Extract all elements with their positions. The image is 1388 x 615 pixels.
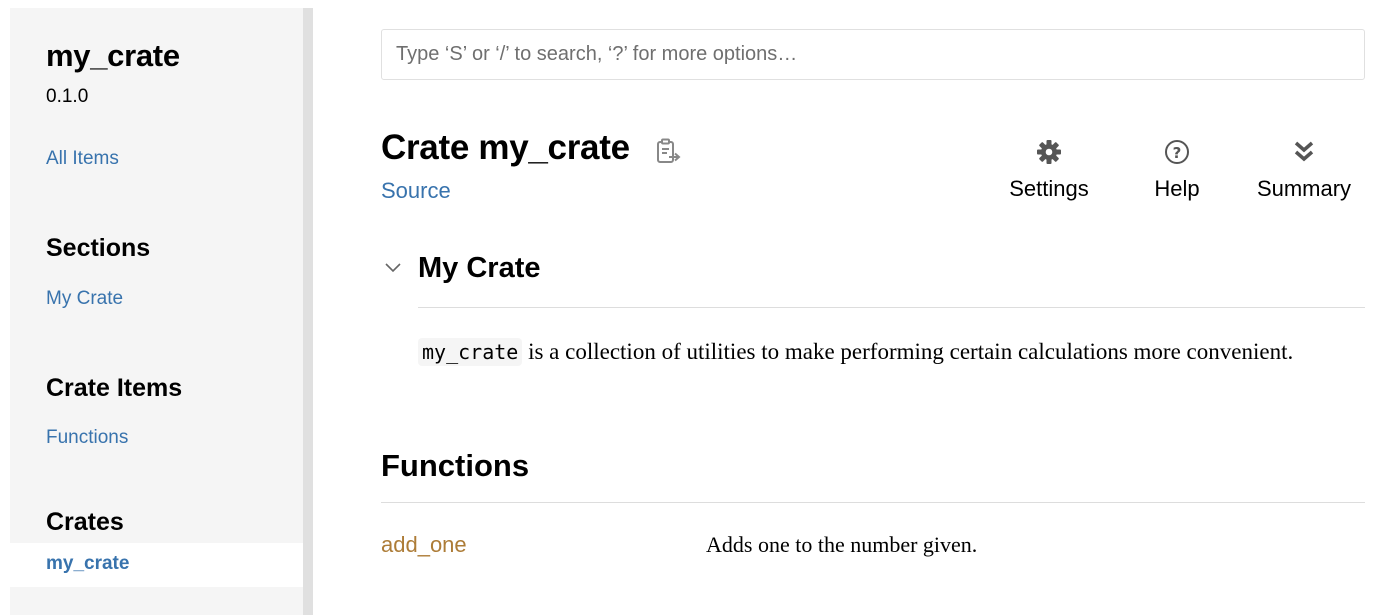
function-link-add-one[interactable]: add_one	[381, 532, 467, 558]
function-description: Adds one to the number given.	[706, 532, 978, 557]
sidebar-crate-name[interactable]: my_crate	[46, 38, 180, 74]
sidebar-heading-sections: Sections	[46, 234, 151, 262]
double-chevron-down-icon	[1294, 141, 1314, 162]
docs-section-title: My Crate	[418, 252, 541, 284]
clipboard-icon[interactable]	[655, 138, 681, 166]
sidebar-resizer[interactable]	[303, 8, 313, 615]
question-circle-icon: ?	[1165, 140, 1189, 164]
page-title: Crate my_crate	[381, 128, 630, 167]
settings-button[interactable]: Settings	[1003, 136, 1095, 202]
sidebar-item-current-crate-label: my_crate	[46, 553, 130, 574]
inline-code: my_crate	[418, 338, 523, 366]
summary-label: Summary	[1256, 176, 1352, 201]
sidebar-item-current-crate[interactable]: my_crate	[10, 543, 303, 587]
search-input[interactable]	[381, 29, 1365, 80]
gear-icon	[1037, 140, 1061, 164]
divider	[381, 502, 1365, 503]
divider	[418, 307, 1365, 308]
functions-heading: Functions	[381, 448, 530, 483]
crate-version: 0.1.0	[46, 86, 89, 107]
description-text: is a collection of utilities to make per…	[522, 339, 1294, 364]
sidebar-item-functions[interactable]: Functions	[46, 427, 128, 449]
settings-label: Settings	[1009, 176, 1089, 201]
help-button[interactable]: ? Help	[1148, 136, 1206, 202]
sidebar-item-my-crate[interactable]: My Crate	[46, 288, 123, 310]
crate-description: my_crate is a collection of utilities to…	[418, 334, 1348, 370]
source-link[interactable]: Source	[381, 178, 451, 204]
help-label: Help	[1154, 176, 1200, 201]
sidebar-heading-crate-items: Crate Items	[46, 374, 183, 402]
sidebar: my_crate 0.1.0 All Items Sections My Cra…	[10, 8, 303, 615]
chevron-down-icon[interactable]	[381, 258, 405, 278]
svg-text:?: ?	[1173, 144, 1182, 162]
summary-button[interactable]: Summary	[1250, 136, 1358, 202]
sidebar-heading-crates: Crates	[46, 508, 124, 536]
sidebar-item-all-items[interactable]: All Items	[46, 148, 119, 170]
